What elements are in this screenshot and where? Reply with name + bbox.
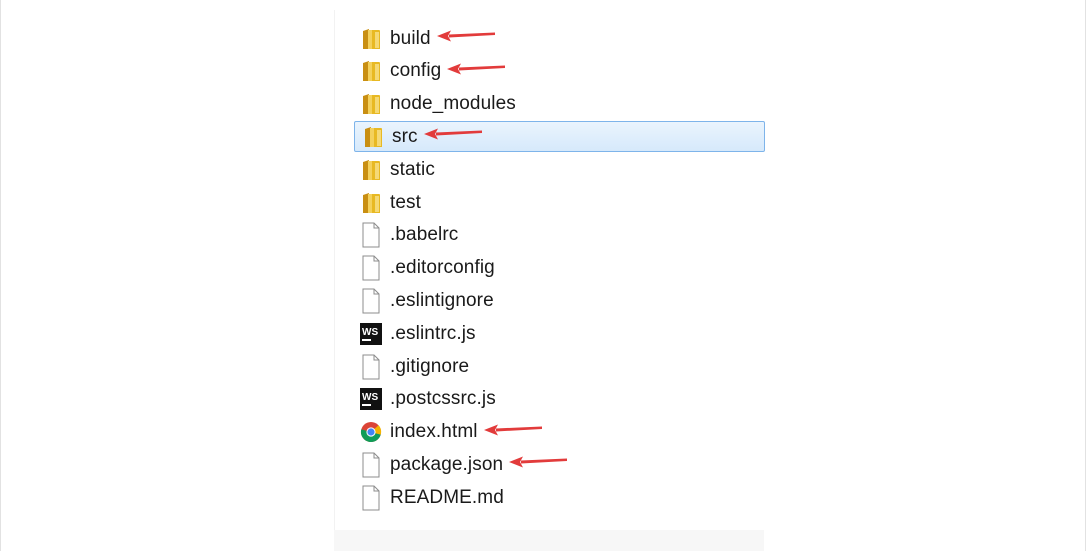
left-frame-border [0,0,1,551]
file-row-package-json[interactable]: package.json [353,449,765,480]
red-arrow-annotation [445,62,507,81]
file-row-dot-babelrc[interactable]: .babelrc [353,220,765,251]
file-icon [360,222,382,248]
webstorm-js-icon: WS [360,321,382,347]
file-row-dot-gitignore[interactable]: .gitignore [353,351,765,382]
folder-row-node_modules[interactable]: node_modules [353,89,765,120]
red-arrow-annotation [482,423,544,442]
file-row-dot-eslintignore[interactable]: .eslintignore [353,285,765,316]
panel-bottom-shade [334,530,764,551]
file-name-label: static [390,158,435,180]
file-name-label: test [390,191,422,213]
file-name-label: package.json [390,453,504,475]
file-name-label: build [390,27,431,49]
folder-icon [360,157,382,183]
red-arrow-annotation [422,127,484,146]
file-name-label: README.md [390,486,504,508]
folder-row-config[interactable]: config [353,56,765,87]
file-name-label: .gitignore [390,355,470,377]
file-icon [360,255,382,281]
folder-icon [360,26,382,52]
file-name-label: .eslintignore [390,289,494,311]
folder-row-test[interactable]: test [353,187,765,218]
folder-row-static[interactable]: static [353,154,765,185]
file-name-label: .eslintrc.js [390,322,476,344]
red-arrow-annotation [507,455,569,474]
svg-text:WS: WS [362,327,378,338]
chrome-icon [360,419,382,445]
file-icon [360,354,382,380]
file-icon [360,452,382,478]
file-row-dot-editorconfig[interactable]: .editorconfig [353,253,765,284]
file-name-label: index.html [390,421,478,443]
file-icon [360,485,382,511]
folder-icon [362,124,384,150]
file-row-index-html[interactable]: index.html [353,417,765,448]
file-row-dot-postcssrc-js[interactable]: WS .postcssrc.js [353,384,765,415]
file-row-README-md[interactable]: README.md [353,482,765,513]
file-name-label: src [392,125,418,147]
file-name-label: node_modules [390,93,516,115]
file-name-label: .babelrc [390,224,459,246]
file-row-dot-eslintrc-js[interactable]: WS .eslintrc.js [353,318,765,349]
folder-row-src[interactable]: src [354,121,765,153]
file-name-label: .postcssrc.js [390,388,496,410]
folder-icon [360,190,382,216]
file-icon [360,288,382,314]
file-name-label: .editorconfig [390,257,495,279]
file-explorer-panel: build config node_modulessrc static test .bab… [334,10,765,530]
folder-icon [360,58,382,84]
folder-icon [360,91,382,117]
svg-text:WS: WS [362,392,378,403]
folder-row-build[interactable]: build [353,23,765,54]
file-name-label: config [390,60,442,82]
webstorm-js-icon: WS [360,386,382,412]
red-arrow-annotation [435,29,497,48]
